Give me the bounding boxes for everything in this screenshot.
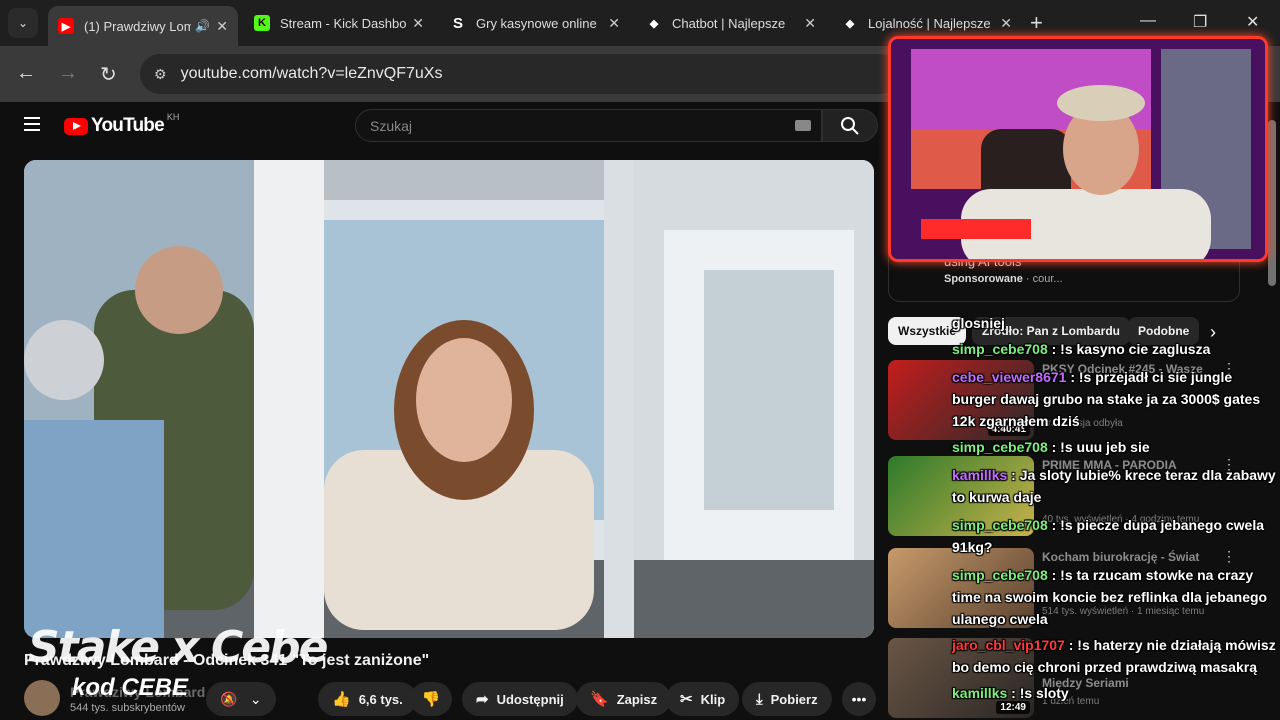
- share-icon: ➦: [476, 691, 489, 708]
- tab-stake[interactable]: S Gry kasynowe online ✕: [440, 6, 630, 40]
- share-button[interactable]: ➦ Udostępnij: [462, 682, 578, 716]
- chat-username: cebe_viewer8671: [952, 369, 1067, 385]
- clip-label: Klip: [700, 691, 726, 707]
- ad-advertiser-name: cour...: [1032, 273, 1063, 285]
- chat-username: jaro_cbl_vip1707: [952, 637, 1065, 653]
- chat-text: : !s sloty: [1011, 685, 1069, 701]
- ad-advertiser: ·: [1025, 273, 1033, 285]
- back-arrow-icon[interactable]: ←: [16, 62, 36, 85]
- close-tab-icon[interactable]: ✕: [216, 18, 228, 35]
- chat-username: kamillks: [952, 467, 1008, 483]
- share-label: Udostępnij: [496, 691, 564, 707]
- thumbs-down-icon: 👎: [421, 691, 441, 708]
- search-button[interactable]: [822, 109, 878, 142]
- stake-icon: S: [452, 14, 463, 32]
- close-window-icon[interactable]: ✕: [1246, 12, 1259, 32]
- youtube-icon: ▶: [58, 18, 74, 34]
- chat-message: simp_cebe708 : !s piecze dupa jebanego c…: [952, 514, 1280, 558]
- close-tab-icon[interactable]: ✕: [608, 15, 620, 32]
- chat-message: jaro_cbl_vip1707 : !s haterzy nie działa…: [952, 634, 1280, 678]
- chat-username: kamillks: [952, 685, 1008, 701]
- url-text: youtube.com/watch?v=leZnvQF7uXs: [180, 65, 443, 82]
- botrix-icon: ◆: [845, 17, 855, 30]
- channel-avatar[interactable]: [24, 680, 60, 716]
- save-button[interactable]: 🔖 Zapisz: [576, 682, 672, 716]
- dislike-button[interactable]: 👎: [410, 682, 452, 716]
- close-tab-icon[interactable]: ✕: [412, 15, 424, 32]
- restore-icon[interactable]: ❐: [1193, 12, 1207, 32]
- chat-text: glosniej: [952, 315, 1005, 331]
- chat-message: kamillks : Ja sloty lubie% krece teraz d…: [952, 464, 1280, 508]
- tab-title: Lojalność | Najlepsze: [868, 15, 991, 31]
- tab-lojalnosc[interactable]: ◆ Lojalność | Najlepsze ✕: [832, 6, 1022, 40]
- notification-bell-button[interactable]: 🔕 ⌄: [206, 682, 276, 716]
- tab-chatbot[interactable]: ◆ Chatbot | Najlepsze ✕: [636, 6, 826, 40]
- chat-username: simp_cebe708: [952, 439, 1048, 455]
- bookmark-icon: 🔖: [590, 691, 609, 708]
- minimize-icon[interactable]: —: [1140, 12, 1156, 30]
- search-placeholder: Szukaj: [370, 117, 413, 134]
- tab-title: Gry kasynowe online: [476, 15, 597, 31]
- chat-username: simp_cebe708: [952, 517, 1048, 533]
- chevron-down-icon: ⌄: [249, 690, 262, 707]
- more-icon: •••: [851, 691, 867, 707]
- url-bar[interactable]: ⚙ youtube.com/watch?v=leZnvQF7uXs: [140, 54, 900, 94]
- chat-message: cebe_viewer8671 : !s przejadł ci sie jun…: [952, 366, 1280, 432]
- clip-button[interactable]: ✂ Klip: [666, 682, 740, 716]
- close-tab-icon[interactable]: ✕: [1000, 15, 1012, 32]
- new-tab-icon[interactable]: +: [1030, 10, 1043, 36]
- download-button[interactable]: ⤓ Pobierz: [742, 682, 832, 716]
- reload-icon[interactable]: ↻: [100, 62, 117, 87]
- chat-message: kamillks : !s sloty: [952, 682, 1280, 704]
- tab-kick[interactable]: K Stream - Kick Dashboard ✕: [244, 6, 434, 40]
- scrollbar[interactable]: [1268, 120, 1276, 286]
- tab-title: Stream - Kick Dashboard: [280, 15, 407, 31]
- like-button[interactable]: 👍 6,6 tys.: [318, 682, 417, 716]
- chat-username: simp_cebe708: [952, 341, 1048, 357]
- bell-off-icon: 🔕: [220, 690, 238, 707]
- logo-text: YouTube: [91, 115, 165, 136]
- kick-icon: K: [254, 15, 270, 31]
- chat-username: simp_cebe708: [952, 567, 1048, 583]
- chat-text: : !s kasyno cie zaglusza: [1051, 341, 1211, 357]
- botrix-icon: ◆: [649, 17, 659, 30]
- forward-arrow-icon[interactable]: →: [58, 62, 78, 85]
- download-icon: ⤓: [756, 690, 763, 708]
- thumbs-up-icon: 👍: [332, 691, 351, 708]
- chat-message: simp_cebe708 : !s kasyno cie zaglusza: [952, 338, 1280, 360]
- video-frame: [24, 160, 874, 638]
- speaker-icon[interactable]: 🔊: [195, 19, 210, 33]
- youtube-logo[interactable]: YouTube KH: [64, 112, 180, 137]
- scissors-icon: ✂: [680, 691, 693, 708]
- stake-cebe-overlay: Stake x Cebe: [28, 622, 328, 673]
- ad-sponsored: Sponsorowane · cour...: [944, 273, 1063, 285]
- video-player[interactable]: [24, 160, 874, 638]
- webcam-overlay: [888, 36, 1268, 262]
- chat-message: glosniej: [952, 312, 1280, 334]
- download-label: Pobierz: [770, 691, 818, 707]
- menu-icon[interactable]: [24, 117, 40, 131]
- youtube-play-icon: [64, 117, 88, 135]
- close-tab-icon[interactable]: ✕: [804, 15, 816, 32]
- search-input[interactable]: Szukaj: [355, 109, 822, 142]
- chat-message: simp_cebe708 : !s ta rzucam stowke na cr…: [952, 564, 1280, 630]
- promo-code-overlay: kod CEBE: [72, 674, 189, 701]
- tab-youtube[interactable]: ▶ (1) Prawdziwy Lombard 🔊 ✕: [48, 6, 238, 46]
- like-count: 6,6 tys.: [358, 691, 403, 707]
- sponsored-label: Sponsorowane: [944, 273, 1023, 285]
- webcam-frame: [891, 39, 1265, 259]
- tab-search-menu-button[interactable]: ⌄: [8, 8, 38, 38]
- more-actions-button[interactable]: •••: [842, 682, 876, 716]
- save-label: Zapisz: [616, 691, 658, 707]
- keyboard-icon[interactable]: [795, 120, 811, 131]
- tab-title: (1) Prawdziwy Lombard: [84, 18, 192, 34]
- channel-subscribers: 544 tys. subskrybentów: [70, 702, 185, 714]
- search-icon: [841, 116, 859, 135]
- tab-title: Chatbot | Najlepsze: [672, 15, 786, 31]
- site-info-icon[interactable]: ⚙: [154, 66, 167, 83]
- chat-text: : !s uuu jeb sie: [1051, 439, 1150, 455]
- region-code: KH: [166, 112, 180, 122]
- chat-message: simp_cebe708 : !s uuu jeb sie: [952, 436, 1280, 458]
